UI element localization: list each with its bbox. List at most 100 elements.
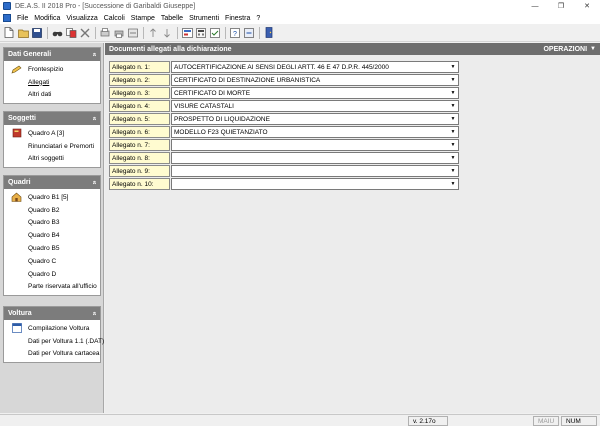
minimize-button[interactable]: — <box>522 0 548 12</box>
allegato-select[interactable]: ▼ <box>171 178 459 190</box>
sidebar-item-rinunciatari[interactable]: Rinunciatari e Premorti <box>4 140 100 153</box>
status-num: NUM <box>561 416 597 426</box>
collapse-icon[interactable]: « <box>91 53 98 57</box>
menu-modifica[interactable]: Modifica <box>34 15 60 22</box>
open-folder-icon[interactable] <box>17 27 29 39</box>
allegato-select[interactable]: CERTIFICATO DI MORTE ▼ <box>171 87 459 99</box>
copy-icon[interactable] <box>65 27 77 39</box>
sidebar-item-altri-dati[interactable]: Altri dati <box>4 89 100 102</box>
allegato-row: Allegato n. 3: CERTIFICATO DI MORTE ▼ <box>109 87 459 99</box>
sidebar-item-quadro-b5[interactable]: Quadro B5 <box>4 242 100 255</box>
sidebar-item-frontespizio[interactable]: Frontespizio <box>4 63 100 76</box>
allegato-select[interactable]: MODELLO F23 QUIETANZIATO ▼ <box>171 126 459 138</box>
collapse-icon[interactable]: « <box>91 312 98 316</box>
chevron-down-icon[interactable]: ▼ <box>449 115 457 123</box>
allegato-row: Allegato n. 8: ▼ <box>109 152 459 164</box>
menu-tabelle[interactable]: Tabelle <box>161 15 183 22</box>
search-icon[interactable] <box>51 27 63 39</box>
help-icon[interactable]: ? <box>229 27 241 39</box>
chevron-down-icon[interactable]: ▼ <box>449 128 457 136</box>
allegato-row: Allegato n. 5: PROSPETTO DI LIQUIDAZIONE… <box>109 113 459 125</box>
sidebar-item-quadro-b4[interactable]: Quadro B4 <box>4 229 100 242</box>
menu-stampe[interactable]: Stampe <box>131 15 155 22</box>
allegato-row: Allegato n. 7: ▼ <box>109 139 459 151</box>
chevron-down-icon[interactable]: ▼ <box>449 63 457 71</box>
document-icon[interactable] <box>3 14 11 22</box>
sidebar-item-quadro-b1[interactable]: Quadro B1 [5] <box>4 191 100 204</box>
save-icon[interactable] <box>31 27 43 39</box>
panel-header-voltura[interactable]: Voltura « <box>4 307 100 320</box>
panel-title: Dati Generali <box>8 51 52 58</box>
allegato-select[interactable]: ▼ <box>171 165 459 177</box>
collapse-icon[interactable]: « <box>91 117 98 121</box>
panel-header-quadri[interactable]: Quadri « <box>4 176 100 189</box>
calculator-icon[interactable] <box>195 27 207 39</box>
toolbar-separator <box>47 26 48 39</box>
close-button[interactable]: ✕ <box>574 0 600 12</box>
allegato-select[interactable]: ▼ <box>171 152 459 164</box>
print-icon[interactable] <box>113 27 125 39</box>
menu-calcoli[interactable]: Calcoli <box>104 15 125 22</box>
allegato-value: VISURE CATASTALI <box>174 102 234 110</box>
form-icon[interactable] <box>181 27 193 39</box>
exit-door-icon[interactable] <box>263 27 275 39</box>
move-up-icon[interactable] <box>147 27 159 39</box>
chevron-down-icon: ▼ <box>590 46 596 52</box>
chevron-down-icon[interactable]: ▼ <box>449 167 457 175</box>
panel-title: Soggetti <box>8 115 36 122</box>
operations-button[interactable]: OPERAZIONI ▼ <box>543 46 596 53</box>
collapse-icon[interactable]: « <box>91 181 98 185</box>
move-down-icon[interactable] <box>161 27 173 39</box>
menu-file[interactable]: File <box>17 15 28 22</box>
allegato-select[interactable]: PROSPETTO DI LIQUIDAZIONE ▼ <box>171 113 459 125</box>
restore-button[interactable]: ❐ <box>548 0 574 12</box>
panel-dati-generali: Dati Generali « Frontespizio Allegati Al… <box>3 47 101 105</box>
page-title: Documenti allegati alla dichiarazione <box>109 45 232 53</box>
sidebar-item-quadro-b2[interactable]: Quadro B2 <box>4 204 100 217</box>
chevron-down-icon[interactable]: ▼ <box>449 141 457 149</box>
allegato-select[interactable]: ▼ <box>171 139 459 151</box>
menu-help[interactable]: ? <box>256 15 260 22</box>
sidebar-item-voltura-dat[interactable]: Dati per Voltura 1.1 (.DAT) <box>4 335 104 348</box>
toolbar-separator <box>143 26 144 39</box>
main-panel: Documenti allegati alla dichiarazione OP… <box>105 43 600 413</box>
allegato-select[interactable]: AUTOCERTIFICAZIONE AI SENSI DEGLI ARTT. … <box>171 61 459 73</box>
title-bar: DE.A.S. II 2018 Pro - [Successione di Ga… <box>0 0 600 12</box>
new-file-icon[interactable] <box>3 27 15 39</box>
toolbar: ? <box>0 24 600 42</box>
chevron-down-icon[interactable]: ▼ <box>449 102 457 110</box>
menu-visualizza[interactable]: Visualizza <box>66 15 97 22</box>
sidebar-item-quadro-b3[interactable]: Quadro B3 <box>4 217 100 230</box>
menu-finestra[interactable]: Finestra <box>225 15 250 22</box>
export-icon[interactable] <box>127 27 139 39</box>
allegato-row: Allegato n. 2: CERTIFICATO DI DESTINAZIO… <box>109 74 459 86</box>
sidebar-item-quadro-a[interactable]: Quadro A [3] <box>4 127 100 140</box>
sidebar-item-allegati[interactable]: Allegati <box>4 76 100 89</box>
window-controls: — ❐ ✕ <box>522 0 600 12</box>
allegato-value: AUTOCERTIFICAZIONE AI SENSI DEGLI ARTT. … <box>174 63 389 71</box>
sidebar-item-quadro-d[interactable]: Quadro D <box>4 268 100 281</box>
allegato-label: Allegato n. 8: <box>109 152 170 164</box>
chevron-down-icon[interactable]: ▼ <box>449 180 457 188</box>
sidebar-item-altri-soggetti[interactable]: Altri soggetti <box>4 153 100 166</box>
delete-icon[interactable] <box>79 27 91 39</box>
panel-header-dati-generali[interactable]: Dati Generali « <box>4 48 100 61</box>
allegato-select[interactable]: CERTIFICATO DI DESTINAZIONE URBANISTICA … <box>171 74 459 86</box>
checklist-icon[interactable] <box>209 27 221 39</box>
chevron-down-icon[interactable]: ▼ <box>449 76 457 84</box>
panel-header-soggetti[interactable]: Soggetti « <box>4 112 100 125</box>
menu-strumenti[interactable]: Strumenti <box>189 15 219 22</box>
sidebar-item-quadro-c[interactable]: Quadro C <box>4 255 100 268</box>
chevron-down-icon[interactable]: ▼ <box>449 154 457 162</box>
sidebar-item-voltura-cartacea[interactable]: Dati per Voltura cartacea <box>4 348 100 361</box>
allegato-row: Allegato n. 6: MODELLO F23 QUIETANZIATO … <box>109 126 459 138</box>
info-icon[interactable] <box>243 27 255 39</box>
sidebar-item-compilazione-voltura[interactable]: Compilazione Voltura <box>4 322 100 335</box>
allegato-select[interactable]: VISURE CATASTALI ▼ <box>171 100 459 112</box>
print-preview-icon[interactable] <box>99 27 111 39</box>
house-icon <box>11 192 22 203</box>
window-icon <box>11 323 22 334</box>
pencil-icon <box>11 64 22 74</box>
sidebar-item-parte-riservata[interactable]: Parte riservata all'ufficio <box>4 281 100 294</box>
chevron-down-icon[interactable]: ▼ <box>449 89 457 97</box>
